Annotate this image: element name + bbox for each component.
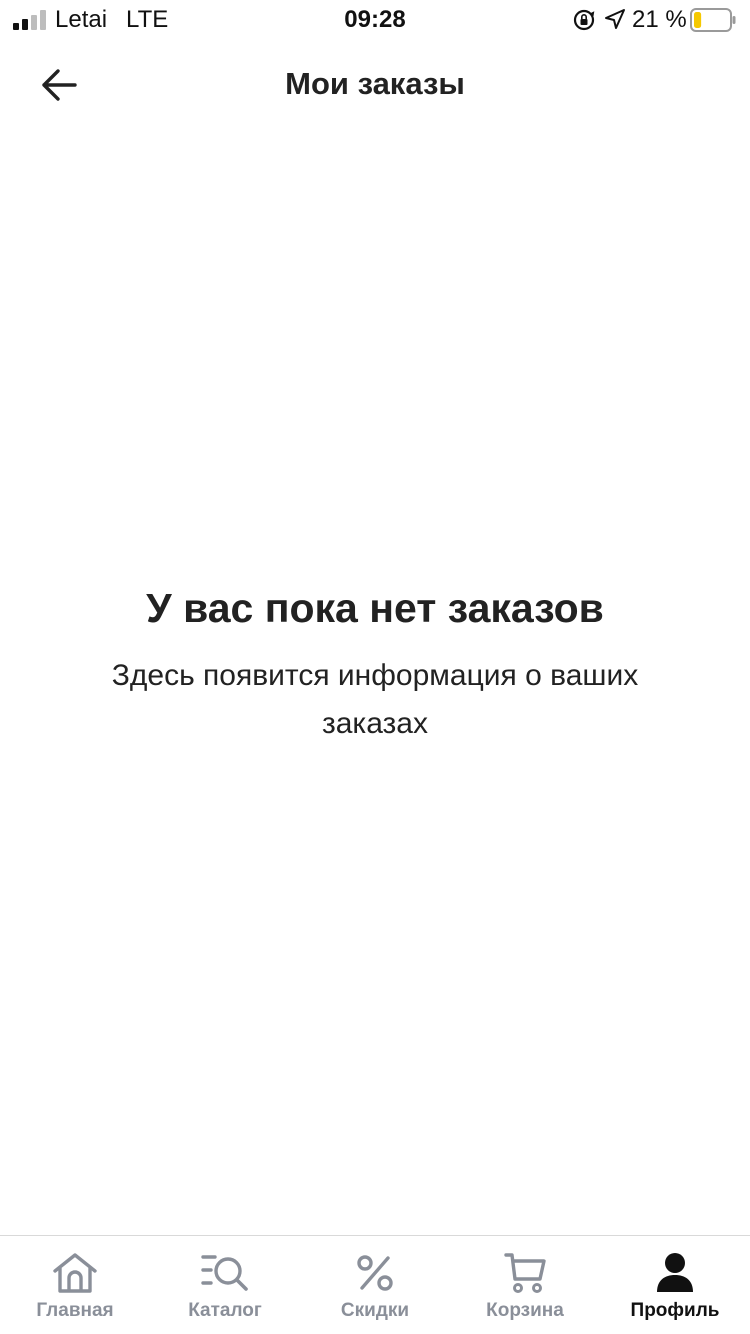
back-button[interactable] [32, 60, 86, 110]
rotation-lock-icon [573, 9, 595, 31]
battery-percent: 21 % [632, 6, 687, 33]
header: Мои заказы [0, 40, 750, 130]
catalog-search-icon [201, 1255, 248, 1291]
tab-profile[interactable]: Профиль [600, 1236, 750, 1334]
cart-icon [504, 1253, 546, 1293]
tab-discounts[interactable]: Скидки [300, 1236, 450, 1334]
location-arrow-icon [605, 9, 625, 29]
empty-state-title: У вас пока нет заказов [146, 585, 604, 631]
network-type: LTE [126, 6, 169, 33]
carrier-name: Letai [55, 6, 108, 33]
tab-cart[interactable]: Корзина [450, 1236, 600, 1334]
tab-profile-label: Профиль [630, 1300, 720, 1321]
home-icon [53, 1253, 97, 1293]
percent-icon [357, 1255, 393, 1291]
page-title: Мои заказы [285, 66, 465, 101]
tab-bar: Главная Каталог Скидки Корзина Профиль [0, 1235, 750, 1334]
battery-icon [690, 8, 736, 32]
empty-state-text: Здесь появится информация о ваших заказа… [111, 659, 639, 740]
tab-discounts-label: Скидки [340, 1300, 410, 1321]
empty-state: У вас пока нет заказов Здесь появится ин… [60, 582, 690, 748]
tab-catalog[interactable]: Каталог [150, 1236, 300, 1334]
signal-icon [13, 10, 46, 30]
tab-home[interactable]: Главная [0, 1236, 150, 1334]
tab-cart-label: Корзина [486, 1300, 564, 1321]
status-time: 09:28 [344, 6, 406, 33]
status-bar: Letai LTE 09:28 21 % [0, 0, 750, 40]
tab-home-label: Главная [36, 1300, 114, 1321]
profile-icon [657, 1253, 693, 1292]
tab-catalog-label: Каталог [188, 1300, 262, 1321]
arrow-left-icon [42, 69, 77, 101]
